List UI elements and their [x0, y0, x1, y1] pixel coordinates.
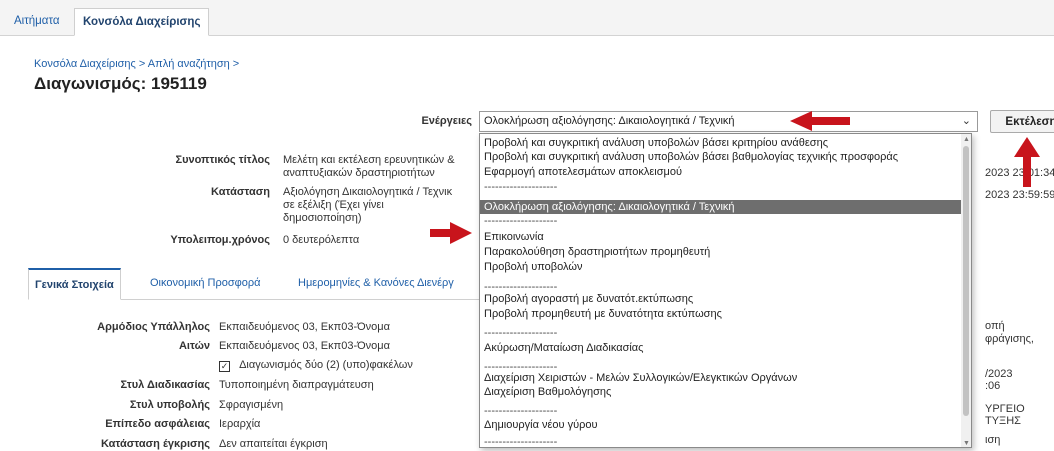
remaining-time-label: Υπολειπομ.χρόνος	[170, 234, 270, 246]
actions-dropdown-list[interactable]: Προβολή και συγκριτική ανάλυση υποβολών …	[479, 133, 972, 448]
arrow-right-icon	[430, 222, 472, 244]
dropdown-option[interactable]: Προβολή και συγκριτική ανάλυση υποβολών …	[484, 151, 898, 163]
dropdown-separator: --------------------	[484, 327, 558, 339]
detail-value-approval-status: Δεν απαιτείται έγκριση	[219, 438, 328, 450]
dropdown-option[interactable]: Προβολή και συγκριτική ανάλυση υποβολών …	[484, 137, 828, 149]
right-text-3: /2023	[985, 368, 1013, 380]
summary-title-value-2: αναπτυξιακών δραστηριοτήτων	[283, 167, 435, 179]
scrollbar-thumb[interactable]	[963, 146, 969, 416]
status-label: Κατάσταση	[211, 186, 270, 198]
tab-requests[interactable]: Αιτήματα	[6, 8, 67, 36]
summary-title-label: Συνοπτικός τίτλος	[175, 154, 270, 166]
detail-label-process-style: Στυλ Διαδικασίας	[120, 379, 210, 391]
detail-value-officer: Εκπαιδευόμενος 03, Εκπ03-Όνομα	[219, 321, 390, 333]
dropdown-option[interactable]: Δημιουργία νέου γύρου	[484, 419, 598, 431]
dropdown-separator: --------------------	[484, 281, 558, 293]
dropdown-option-selected[interactable]: Ολοκλήρωση αξιολόγησης: Δικαιολογητικά /…	[480, 200, 962, 214]
detail-value-security-level: Ιεραρχία	[219, 418, 261, 430]
dropdown-separator: --------------------	[484, 405, 558, 417]
dropdown-option[interactable]: Επικοινωνία	[484, 231, 544, 243]
tab-financial-offer[interactable]: Οικονομική Προσφορά	[150, 268, 261, 300]
right-text-4: :06	[985, 380, 1001, 392]
two-envelope-label: Διαγωνισμός δύο (2) (υπο)φακέλων	[239, 359, 413, 371]
summary-title-value-1: Μελέτη και εκτέλεση ερευνητικών &	[283, 154, 455, 166]
arrow-left-icon	[790, 111, 850, 131]
run-button[interactable]: Εκτέλεση	[990, 110, 1054, 133]
tab-general-info[interactable]: Γενικά Στοιχεία	[28, 268, 121, 300]
dropdown-option[interactable]: Διαχείριση Βαθμολόγησης	[484, 386, 611, 398]
dropdown-option[interactable]: Προβολή υποβολών	[484, 261, 582, 273]
page-title: Διαγωνισμός: 195119	[34, 74, 207, 93]
dropdown-scrollbar[interactable]: ▲ ▼	[961, 134, 971, 447]
actions-label: Ενέργειες	[421, 115, 472, 127]
date-value-2: 2023 23:59:59	[985, 189, 1054, 201]
two-envelope-checkbox-row: ✓ Διαγωνισμός δύο (2) (υπο)φακέλων	[219, 359, 413, 372]
right-text-1: οπή	[985, 320, 1005, 332]
dropdown-option[interactable]: Διαχείριση Χειριστών - Μελών Συλλογικών/…	[484, 372, 797, 384]
scroll-down-icon[interactable]: ▼	[963, 440, 970, 447]
dropdown-separator: --------------------	[484, 181, 558, 193]
detail-label-security-level: Επίπεδο ασφάλειας	[105, 418, 210, 430]
right-text-6: ΤΥΞΗΣ	[985, 415, 1021, 427]
remaining-time-value: 0 δευτερόλεπτα	[283, 234, 360, 246]
dropdown-option[interactable]: Παρακολούθηση δραστηριοτήτων προμηθευτή	[484, 246, 710, 258]
arrow-up-icon	[1014, 137, 1040, 187]
detail-value-process-style: Τυποποιημένη διαπραγμάτευση	[219, 379, 374, 391]
status-value-3: δημοσιοποίηση)	[283, 212, 362, 224]
detail-value-submission-style: Σφραγισμένη	[219, 399, 284, 411]
actions-select[interactable]: Ολοκλήρωση αξιολόγησης: Δικαιολογητικά /…	[479, 111, 978, 132]
right-text-2: φράγισης,	[985, 333, 1034, 345]
tab-admin-console[interactable]: Κονσόλα Διαχείρισης	[74, 8, 210, 36]
breadcrumb[interactable]: Κονσόλα Διαχείρισης > Απλή αναζήτηση >	[34, 58, 239, 70]
tab-dates-rules[interactable]: Ημερομηνίες & Κανόνες Διενέργ	[298, 268, 454, 300]
dropdown-option[interactable]: Εφαρμογή αποτελεσμάτων αποκλεισμού	[484, 166, 682, 178]
status-value-1: Αξιολόγηση Δικαιολογητικά / Τεχνικ	[283, 186, 453, 198]
dropdown-option[interactable]: Ακύρωση/Ματαίωση Διαδικασίας	[484, 342, 643, 354]
status-value-2: σε εξέλιξη (Έχει γίνει	[283, 199, 384, 211]
dropdown-separator: --------------------	[484, 215, 558, 227]
checkbox-checked-icon[interactable]: ✓	[219, 361, 230, 372]
dropdown-option[interactable]: Προβολή προμηθευτή με δυνατότητα εκτύπωσ…	[484, 308, 722, 320]
detail-label-requester: Αιτών	[178, 340, 210, 352]
dropdown-option[interactable]: Προβολή αγοραστή με δυνατότ.εκτύπωσης	[484, 293, 693, 305]
right-text-7: ιση	[985, 434, 1001, 446]
dropdown-separator: --------------------	[484, 436, 558, 448]
detail-label-officer: Αρμόδιος Υπάλληλος	[97, 321, 210, 333]
right-text-5: ΥΡΓΕΙΟ	[985, 403, 1025, 415]
detail-label-submission-style: Στυλ υποβολής	[129, 399, 210, 411]
chevron-down-icon: ⌄	[961, 115, 971, 127]
scroll-up-icon[interactable]: ▲	[963, 136, 970, 143]
actions-selected-value: Ολοκλήρωση αξιολόγησης: Δικαιολογητικά /…	[484, 115, 735, 127]
top-tab-bar: Αιτήματα Κονσόλα Διαχείρισης	[0, 0, 1054, 36]
detail-value-requester: Εκπαιδευόμενος 03, Εκπ03-Όνομα	[219, 340, 390, 352]
detail-label-approval-status: Κατάσταση έγκρισης	[100, 438, 210, 450]
detail-tabs: Γενικά Στοιχεία Οικονομική Προσφορά Ημερ…	[28, 268, 488, 300]
